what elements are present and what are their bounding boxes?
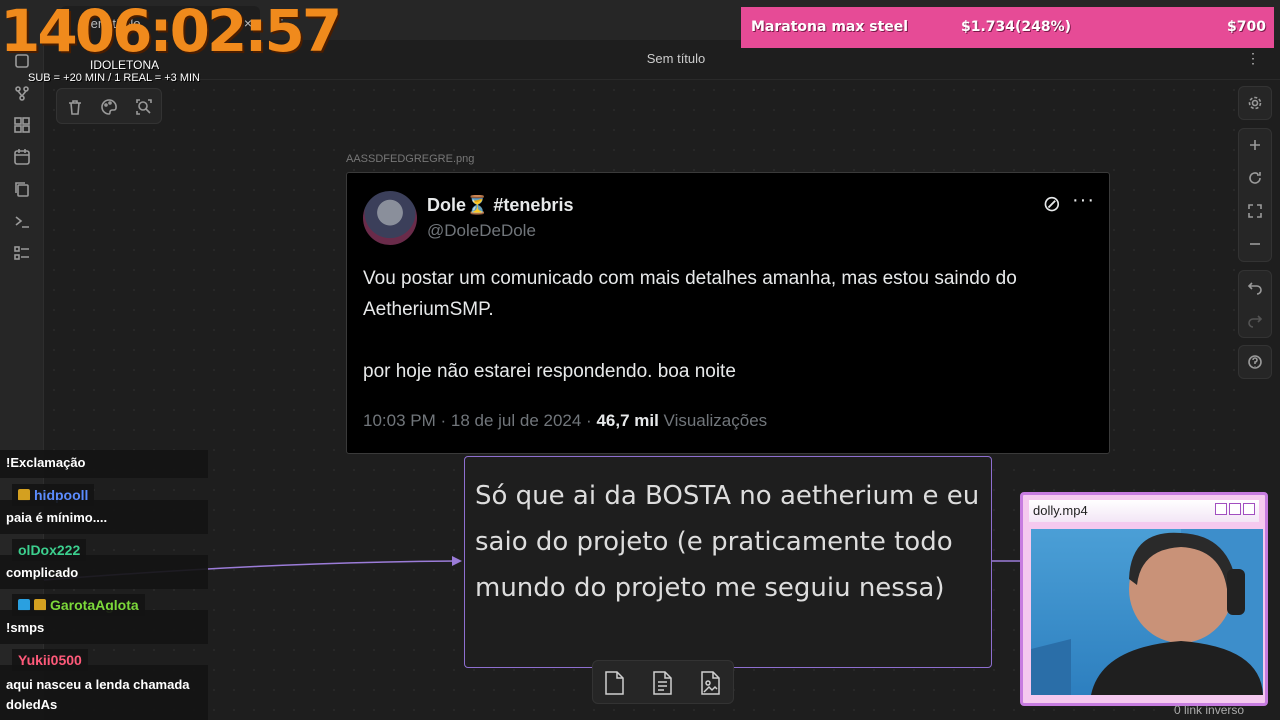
- donation-goal-bar: Maratona max steel $1.734(248%) $700: [741, 7, 1274, 48]
- chat-text: paia é mínimo....: [6, 510, 108, 525]
- timer-rate: SUB = +20 MIN / 1 REAL = +3 MIN: [28, 72, 200, 84]
- webcam-title: dolly.mp4: [1033, 503, 1088, 518]
- goal-target: $700: [1227, 19, 1266, 35]
- canvas-add-toolbar: [592, 660, 734, 704]
- chat-text: !smps: [6, 620, 45, 635]
- maximize-icon: [1229, 503, 1241, 515]
- close-icon: [1243, 503, 1255, 515]
- new-card-icon[interactable]: [601, 669, 627, 697]
- webcam-video: [1031, 529, 1263, 695]
- goal-name: Maratona max steel: [751, 19, 909, 35]
- goal-progress: $1.734(248%): [961, 19, 1072, 35]
- chat-text: aqui nasceu a lenda chamada doledAs: [6, 677, 190, 712]
- minimize-icon: [1215, 503, 1227, 515]
- chat-message: aqui nasceu a lenda chamada doledAs: [0, 665, 208, 720]
- timer-label: IDOLETONA: [90, 58, 160, 72]
- note-icon[interactable]: [649, 669, 675, 697]
- window-controls: [1213, 503, 1255, 518]
- media-icon[interactable]: [697, 669, 723, 697]
- chat-text: complicado: [6, 565, 79, 580]
- webcam-title-bar: dolly.mp4: [1029, 500, 1259, 522]
- chat-message: !smps: [0, 610, 208, 644]
- chat-message: !Exclamação: [0, 450, 208, 478]
- chat-message: paia é mínimo....: [0, 500, 208, 534]
- webcam-window: dolly.mp4: [1020, 492, 1268, 706]
- backlinks-counter[interactable]: 0 link inverso: [1174, 703, 1244, 717]
- streamer-silhouette: [1031, 529, 1263, 695]
- chat-text: !Exclamação: [6, 455, 86, 470]
- text-node[interactable]: Só que ai da BOSTA no aetherium e eu sai…: [464, 456, 992, 668]
- chat-message: complicado: [0, 555, 208, 589]
- subathon-timer: 1406:02:57: [0, 0, 342, 65]
